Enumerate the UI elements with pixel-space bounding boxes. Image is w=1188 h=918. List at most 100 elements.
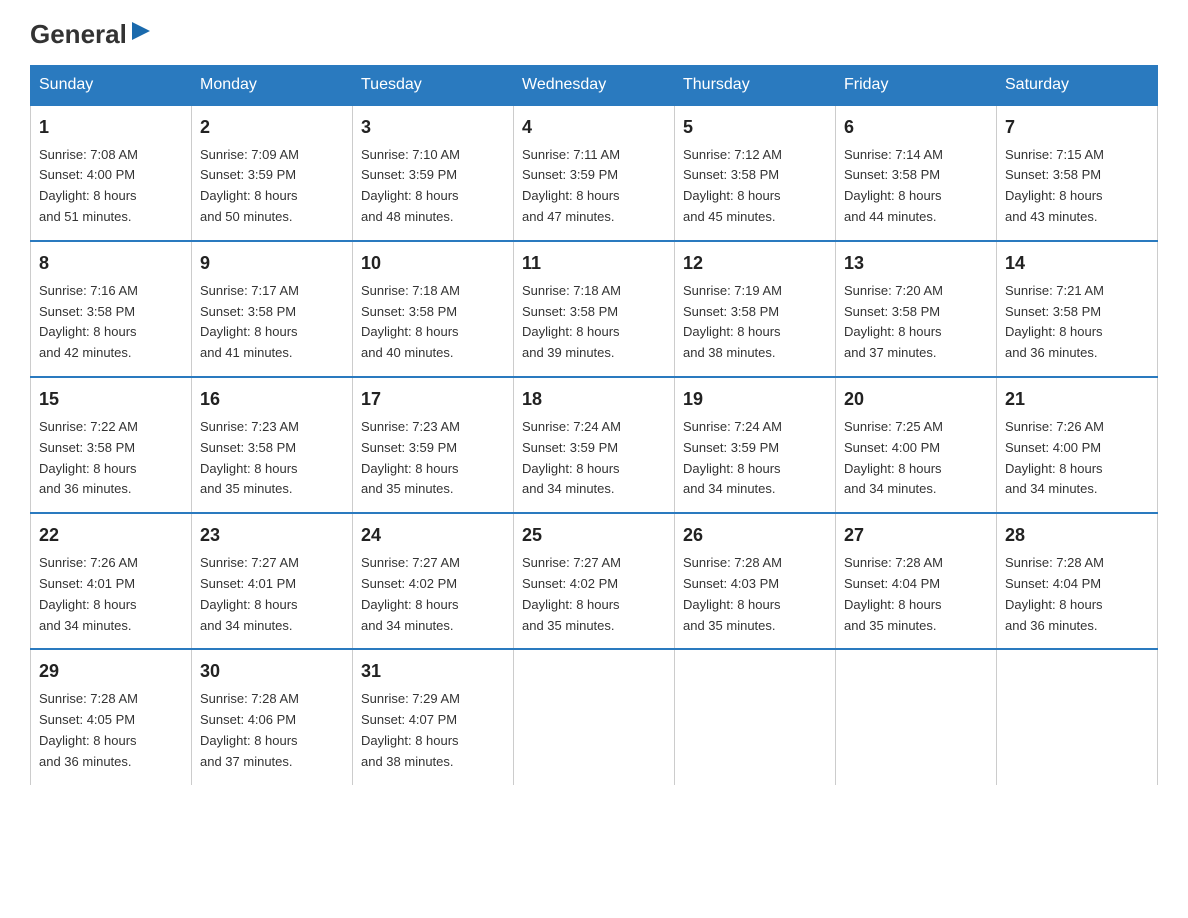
day-number: 20 [844, 386, 988, 413]
day-number: 2 [200, 114, 344, 141]
day-info: Sunrise: 7:27 AM Sunset: 4:02 PM Dayligh… [522, 555, 621, 632]
day-number: 4 [522, 114, 666, 141]
day-number: 12 [683, 250, 827, 277]
day-number: 10 [361, 250, 505, 277]
day-number: 8 [39, 250, 183, 277]
day-info: Sunrise: 7:23 AM Sunset: 3:59 PM Dayligh… [361, 419, 460, 496]
col-header-friday: Friday [836, 65, 997, 105]
calendar-cell: 13 Sunrise: 7:20 AM Sunset: 3:58 PM Dayl… [836, 241, 997, 377]
day-number: 24 [361, 522, 505, 549]
day-info: Sunrise: 7:16 AM Sunset: 3:58 PM Dayligh… [39, 283, 138, 360]
day-number: 25 [522, 522, 666, 549]
day-info: Sunrise: 7:09 AM Sunset: 3:59 PM Dayligh… [200, 147, 299, 224]
week-row-4: 22 Sunrise: 7:26 AM Sunset: 4:01 PM Dayl… [31, 513, 1158, 649]
calendar-cell: 26 Sunrise: 7:28 AM Sunset: 4:03 PM Dayl… [675, 513, 836, 649]
calendar-cell [514, 649, 675, 784]
calendar-cell: 23 Sunrise: 7:27 AM Sunset: 4:01 PM Dayl… [192, 513, 353, 649]
day-info: Sunrise: 7:14 AM Sunset: 3:58 PM Dayligh… [844, 147, 943, 224]
day-number: 29 [39, 658, 183, 685]
day-info: Sunrise: 7:20 AM Sunset: 3:58 PM Dayligh… [844, 283, 943, 360]
calendar-cell [836, 649, 997, 784]
col-header-wednesday: Wednesday [514, 65, 675, 105]
day-number: 30 [200, 658, 344, 685]
day-number: 15 [39, 386, 183, 413]
calendar-cell: 2 Sunrise: 7:09 AM Sunset: 3:59 PM Dayli… [192, 105, 353, 241]
col-header-thursday: Thursday [675, 65, 836, 105]
day-info: Sunrise: 7:22 AM Sunset: 3:58 PM Dayligh… [39, 419, 138, 496]
calendar-cell: 5 Sunrise: 7:12 AM Sunset: 3:58 PM Dayli… [675, 105, 836, 241]
day-info: Sunrise: 7:28 AM Sunset: 4:05 PM Dayligh… [39, 691, 138, 768]
calendar-cell: 20 Sunrise: 7:25 AM Sunset: 4:00 PM Dayl… [836, 377, 997, 513]
calendar-cell [997, 649, 1158, 784]
calendar-cell: 1 Sunrise: 7:08 AM Sunset: 4:00 PM Dayli… [31, 105, 192, 241]
calendar-cell: 22 Sunrise: 7:26 AM Sunset: 4:01 PM Dayl… [31, 513, 192, 649]
calendar-cell: 18 Sunrise: 7:24 AM Sunset: 3:59 PM Dayl… [514, 377, 675, 513]
calendar-cell: 14 Sunrise: 7:21 AM Sunset: 3:58 PM Dayl… [997, 241, 1158, 377]
day-number: 18 [522, 386, 666, 413]
day-number: 28 [1005, 522, 1149, 549]
calendar-cell: 8 Sunrise: 7:16 AM Sunset: 3:58 PM Dayli… [31, 241, 192, 377]
calendar-cell: 15 Sunrise: 7:22 AM Sunset: 3:58 PM Dayl… [31, 377, 192, 513]
day-info: Sunrise: 7:11 AM Sunset: 3:59 PM Dayligh… [522, 147, 620, 224]
page-header: General [30, 20, 1158, 45]
week-row-2: 8 Sunrise: 7:16 AM Sunset: 3:58 PM Dayli… [31, 241, 1158, 377]
calendar-cell: 29 Sunrise: 7:28 AM Sunset: 4:05 PM Dayl… [31, 649, 192, 784]
day-number: 17 [361, 386, 505, 413]
calendar-table: SundayMondayTuesdayWednesdayThursdayFrid… [30, 65, 1158, 785]
calendar-cell: 31 Sunrise: 7:29 AM Sunset: 4:07 PM Dayl… [353, 649, 514, 784]
calendar-cell: 9 Sunrise: 7:17 AM Sunset: 3:58 PM Dayli… [192, 241, 353, 377]
day-info: Sunrise: 7:10 AM Sunset: 3:59 PM Dayligh… [361, 147, 460, 224]
day-info: Sunrise: 7:28 AM Sunset: 4:06 PM Dayligh… [200, 691, 299, 768]
calendar-cell: 30 Sunrise: 7:28 AM Sunset: 4:06 PM Dayl… [192, 649, 353, 784]
calendar-cell [675, 649, 836, 784]
day-info: Sunrise: 7:27 AM Sunset: 4:02 PM Dayligh… [361, 555, 460, 632]
calendar-cell: 12 Sunrise: 7:19 AM Sunset: 3:58 PM Dayl… [675, 241, 836, 377]
day-info: Sunrise: 7:15 AM Sunset: 3:58 PM Dayligh… [1005, 147, 1104, 224]
col-header-tuesday: Tuesday [353, 65, 514, 105]
calendar-cell: 16 Sunrise: 7:23 AM Sunset: 3:58 PM Dayl… [192, 377, 353, 513]
day-info: Sunrise: 7:28 AM Sunset: 4:03 PM Dayligh… [683, 555, 782, 632]
calendar-cell: 17 Sunrise: 7:23 AM Sunset: 3:59 PM Dayl… [353, 377, 514, 513]
calendar-cell: 21 Sunrise: 7:26 AM Sunset: 4:00 PM Dayl… [997, 377, 1158, 513]
day-number: 1 [39, 114, 183, 141]
calendar-cell: 24 Sunrise: 7:27 AM Sunset: 4:02 PM Dayl… [353, 513, 514, 649]
day-number: 11 [522, 250, 666, 277]
day-number: 5 [683, 114, 827, 141]
day-number: 19 [683, 386, 827, 413]
day-info: Sunrise: 7:19 AM Sunset: 3:58 PM Dayligh… [683, 283, 782, 360]
week-row-5: 29 Sunrise: 7:28 AM Sunset: 4:05 PM Dayl… [31, 649, 1158, 784]
day-number: 6 [844, 114, 988, 141]
calendar-cell: 27 Sunrise: 7:28 AM Sunset: 4:04 PM Dayl… [836, 513, 997, 649]
calendar-cell: 25 Sunrise: 7:27 AM Sunset: 4:02 PM Dayl… [514, 513, 675, 649]
day-info: Sunrise: 7:18 AM Sunset: 3:58 PM Dayligh… [361, 283, 460, 360]
day-info: Sunrise: 7:18 AM Sunset: 3:58 PM Dayligh… [522, 283, 621, 360]
day-info: Sunrise: 7:27 AM Sunset: 4:01 PM Dayligh… [200, 555, 299, 632]
day-info: Sunrise: 7:25 AM Sunset: 4:00 PM Dayligh… [844, 419, 943, 496]
col-header-saturday: Saturday [997, 65, 1158, 105]
col-header-monday: Monday [192, 65, 353, 105]
day-number: 23 [200, 522, 344, 549]
calendar-cell: 7 Sunrise: 7:15 AM Sunset: 3:58 PM Dayli… [997, 105, 1158, 241]
calendar-cell: 4 Sunrise: 7:11 AM Sunset: 3:59 PM Dayli… [514, 105, 675, 241]
day-info: Sunrise: 7:29 AM Sunset: 4:07 PM Dayligh… [361, 691, 460, 768]
day-info: Sunrise: 7:21 AM Sunset: 3:58 PM Dayligh… [1005, 283, 1104, 360]
day-info: Sunrise: 7:12 AM Sunset: 3:58 PM Dayligh… [683, 147, 782, 224]
day-info: Sunrise: 7:08 AM Sunset: 4:00 PM Dayligh… [39, 147, 138, 224]
calendar-cell: 28 Sunrise: 7:28 AM Sunset: 4:04 PM Dayl… [997, 513, 1158, 649]
day-number: 13 [844, 250, 988, 277]
week-row-3: 15 Sunrise: 7:22 AM Sunset: 3:58 PM Dayl… [31, 377, 1158, 513]
day-number: 21 [1005, 386, 1149, 413]
calendar-cell: 3 Sunrise: 7:10 AM Sunset: 3:59 PM Dayli… [353, 105, 514, 241]
day-info: Sunrise: 7:26 AM Sunset: 4:00 PM Dayligh… [1005, 419, 1104, 496]
day-number: 9 [200, 250, 344, 277]
col-header-sunday: Sunday [31, 65, 192, 105]
day-info: Sunrise: 7:24 AM Sunset: 3:59 PM Dayligh… [522, 419, 621, 496]
day-info: Sunrise: 7:23 AM Sunset: 3:58 PM Dayligh… [200, 419, 299, 496]
calendar-cell: 11 Sunrise: 7:18 AM Sunset: 3:58 PM Dayl… [514, 241, 675, 377]
day-info: Sunrise: 7:26 AM Sunset: 4:01 PM Dayligh… [39, 555, 138, 632]
calendar-cell: 19 Sunrise: 7:24 AM Sunset: 3:59 PM Dayl… [675, 377, 836, 513]
day-number: 31 [361, 658, 505, 685]
week-row-1: 1 Sunrise: 7:08 AM Sunset: 4:00 PM Dayli… [31, 105, 1158, 241]
logo-arrow-icon [130, 20, 152, 42]
logo: General [30, 20, 152, 45]
